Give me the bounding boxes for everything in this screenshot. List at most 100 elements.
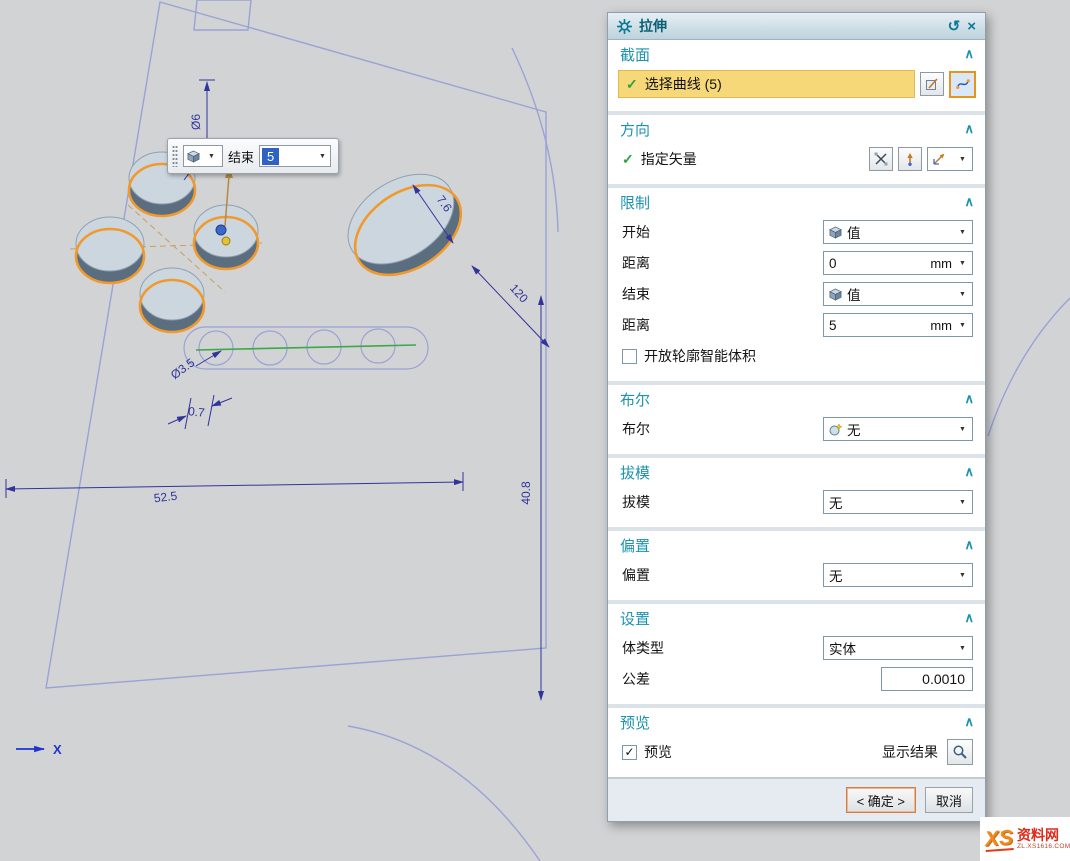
end-distance-value[interactable]: 5	[262, 148, 279, 165]
preview-header: 预览	[620, 712, 650, 733]
onscreen-mini-toolbar[interactable]: ▼ 结束 5 ▼	[167, 138, 339, 174]
group-offset: 偏置 ∧ 偏置 无 ▼	[608, 531, 985, 604]
reset-button[interactable]: ↺	[948, 19, 961, 34]
chevron-up-icon[interactable]: ∧	[964, 46, 974, 62]
end-mode-dropdown[interactable]: 值 ▼	[823, 282, 973, 306]
group-limits: 限制 ∧ 开始 值 ▼ 距离 0 mm ▼ 结束	[608, 188, 985, 385]
x-axis-triad: X	[16, 742, 62, 757]
end-mode-value: 值	[847, 284, 955, 304]
dropdown-arrow-icon: ▼	[955, 426, 970, 433]
watermark-site: ZL.XS1616.COM	[1017, 843, 1070, 850]
direction-header: 方向	[620, 119, 650, 140]
chevron-up-icon[interactable]: ∧	[964, 194, 974, 210]
sketch-section-button[interactable]	[920, 72, 944, 96]
offset-header: 偏置	[620, 535, 650, 556]
body-type-value: 实体	[829, 638, 955, 658]
chevron-up-icon[interactable]: ∧	[964, 610, 974, 626]
section-header: 截面	[620, 44, 650, 65]
extruded-cylinder[interactable]	[140, 268, 204, 332]
watermark: XS 资料网 ZL.XS1616.COM	[980, 817, 1070, 861]
tolerance-input[interactable]: 0.0010	[881, 667, 973, 691]
select-curve-field[interactable]: ✓ 选择曲线 (5)	[618, 70, 915, 98]
extrude-mode-dropdown[interactable]: ▼	[183, 145, 223, 167]
watermark-logo: XS	[984, 827, 1014, 852]
extruded-cylinder[interactable]	[76, 217, 144, 283]
dropdown-arrow-icon: ▼	[955, 499, 970, 506]
start-mode-value: 值	[847, 222, 955, 242]
vector-dialog-button[interactable]	[869, 147, 893, 171]
end-distance-label: 结束	[228, 147, 254, 166]
group-settings: 设置 ∧ 体类型 实体 ▼ 公差 0.0010	[608, 604, 985, 708]
dimension-label: 52.5	[153, 489, 178, 506]
dialog-title: 拉伸	[639, 16, 941, 36]
dropdown-arrow-icon[interactable]: ▼	[955, 260, 970, 267]
extruded-cylinder[interactable]	[332, 156, 478, 294]
chevron-up-icon[interactable]: ∧	[964, 391, 974, 407]
sketch-centerline	[196, 345, 416, 350]
select-curve-label: 选择曲线 (5)	[645, 74, 722, 94]
cancel-button[interactable]: 取消	[925, 787, 973, 813]
settings-header: 设置	[620, 608, 650, 629]
close-button[interactable]: ×	[967, 19, 976, 34]
dropdown-arrow-icon: ▼	[955, 156, 970, 163]
dropdown-arrow-icon[interactable]: ▼	[955, 322, 970, 329]
chevron-up-icon[interactable]: ∧	[964, 714, 974, 730]
show-result-button[interactable]	[947, 739, 973, 765]
limits-header: 限制	[620, 192, 650, 213]
start-distance-value[interactable]: 0	[829, 256, 930, 271]
offset-label: 偏置	[622, 565, 650, 585]
dialog-footer: < 确定 > 取消	[608, 778, 985, 821]
dimension-label: Ø3.5	[168, 355, 198, 382]
toolbar-drag-handle-icon[interactable]	[172, 145, 178, 167]
chevron-up-icon[interactable]: ∧	[964, 537, 974, 553]
draft-dropdown[interactable]: 无 ▼	[823, 490, 973, 514]
group-direction: 方向 ∧ ✓ 指定矢量 ▼	[608, 115, 985, 188]
end-label: 结束	[622, 284, 650, 304]
watermark-name: 资料网	[1017, 827, 1070, 843]
value-cube-icon	[829, 226, 842, 239]
start-mode-dropdown[interactable]: 值 ▼	[823, 220, 973, 244]
boolean-header: 布尔	[620, 389, 650, 410]
dimension-label: 120	[507, 281, 531, 305]
boolean-none-icon	[829, 423, 842, 436]
reverse-direction-button[interactable]	[898, 147, 922, 171]
end-distance-label: 距离	[622, 315, 650, 335]
value-cube-icon	[829, 288, 842, 301]
chevron-up-icon[interactable]: ∧	[964, 464, 974, 480]
body-type-dropdown[interactable]: 实体 ▼	[823, 636, 973, 660]
end-distance-input[interactable]: 5 ▼	[259, 145, 331, 167]
end-distance-input[interactable]: 5 mm ▼	[823, 313, 973, 337]
dropdown-arrow-icon: ▼	[955, 572, 970, 579]
dialog-titlebar[interactable]: 拉伸 ↺ ×	[608, 13, 985, 40]
start-label: 开始	[622, 222, 650, 242]
preview-label: 预览	[644, 742, 672, 762]
show-result-label: 显示结果	[882, 742, 938, 762]
start-distance-input[interactable]: 0 mm ▼	[823, 251, 973, 275]
group-draft: 拔模 ∧ 拔模 无 ▼	[608, 458, 985, 531]
draft-label: 拔模	[622, 492, 650, 512]
curve-select-button[interactable]	[949, 71, 976, 98]
draft-value: 无	[829, 492, 955, 512]
dropdown-arrow-icon: ▼	[955, 291, 970, 298]
start-distance-unit: mm	[930, 256, 952, 271]
group-boolean: 布尔 ∧ 布尔 无 ▼	[608, 385, 985, 458]
draft-header: 拔模	[620, 462, 650, 483]
offset-dropdown[interactable]: 无 ▼	[823, 563, 973, 587]
ok-button[interactable]: < 确定 >	[846, 787, 916, 813]
start-distance-label: 距离	[622, 253, 650, 273]
group-section: 截面 ∧ ✓ 选择曲线 (5)	[608, 40, 985, 115]
dropdown-arrow-icon[interactable]: ▼	[315, 153, 330, 160]
open-profile-label: 开放轮廓智能体积	[644, 346, 756, 366]
dropdown-arrow-icon: ▼	[955, 229, 970, 236]
boolean-dropdown[interactable]: 无 ▼	[823, 417, 973, 441]
dropdown-arrow-icon: ▼	[955, 645, 970, 652]
check-icon: ✓	[622, 151, 634, 168]
dimension-label: 0.7	[187, 404, 205, 420]
chevron-up-icon[interactable]: ∧	[964, 121, 974, 137]
open-profile-checkbox[interactable]	[622, 349, 637, 364]
vector-type-dropdown[interactable]: ▼	[927, 147, 973, 171]
dropdown-arrow-icon: ▼	[204, 153, 219, 160]
offset-value: 无	[829, 565, 955, 585]
end-distance-value[interactable]: 5	[829, 318, 930, 333]
preview-checkbox[interactable]: ✓	[622, 745, 637, 760]
